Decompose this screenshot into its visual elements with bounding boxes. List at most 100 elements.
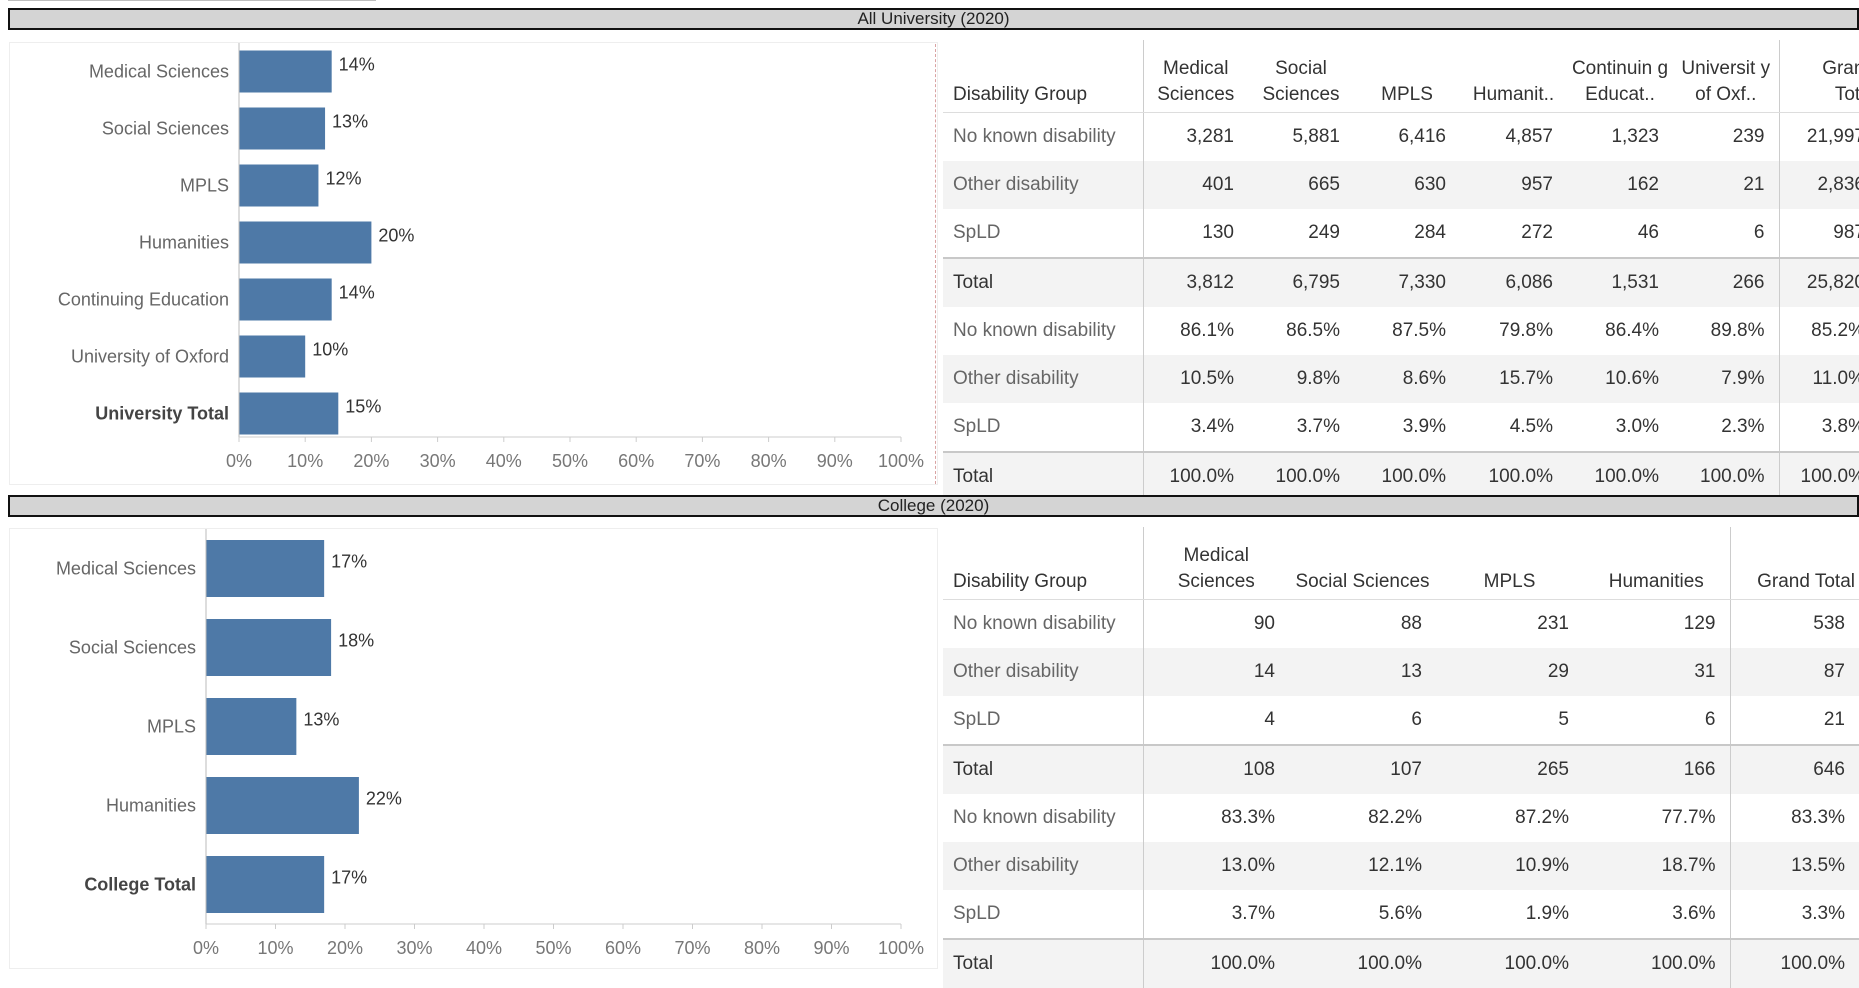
table-cell: 6,416 [1398,125,1446,147]
table-cell: 284 [1414,221,1446,243]
column-header-continuin-g-educat[interactable]: Continuin g Educat.. [1567,40,1673,113]
table-cell: 3.3% [1729,889,1859,939]
table-row: Total 100.0% 100.0% 100.0% 100.0% 100.0% [943,937,1859,988]
row-label: Other disability [943,160,1144,209]
table-cell: 6,795 [1248,256,1354,307]
table-cell: 646 [1729,743,1859,794]
table-cell: 90 [1253,612,1275,634]
table-cell: 1,323 [1611,125,1659,147]
category-label-social-sciences: Social Sciences [69,638,196,658]
bar-medical-sciences[interactable] [206,540,325,597]
column-header-medical-sciences[interactable]: Medical Sciences [1143,527,1289,600]
table-cell: 46 [1637,221,1659,243]
x-tick-label: 20% [353,451,389,471]
bar-value-label-social-sciences: 13% [332,112,368,132]
row-header-disability-group: Disability Group [943,40,1144,113]
table-cell: 12.1% [1289,841,1436,890]
table-cell: 83.3% [1729,793,1859,842]
table-cell: 86.5% [1286,319,1340,341]
x-tick-label: 100% [878,938,924,958]
bar-university-total[interactable] [239,392,339,435]
table-cell: 249 [1308,221,1340,243]
table-cell: 88 [1400,612,1422,634]
bar-university-of-oxford[interactable] [239,335,306,378]
x-tick-label: 70% [674,938,710,958]
table-cell: 100.0% [1248,450,1354,501]
table-cell: 87.5% [1392,319,1446,341]
table-cell: 13 [1289,647,1436,696]
bar-humanities[interactable] [206,777,359,834]
row-label: Total [943,256,1144,307]
table-cell: 6 [1753,221,1765,243]
college-chart-panel: Medical Sciences 17% Social Sciences 18% MPL… [9,528,938,969]
bar-college-total[interactable] [206,856,325,913]
bar-mpls[interactable] [239,164,319,207]
bar-value-label-university-total: 15% [345,397,381,417]
university-crosstab-table: Disability Group Medical Sciences Social S… [943,40,1859,501]
table-cell: 100.0% [1143,450,1248,501]
column-header-mpls[interactable]: MPLS [1354,40,1460,113]
bar-medical-sciences[interactable] [239,50,332,93]
table-cell: 239 [1732,125,1765,147]
panel-divider [935,44,936,484]
category-label-humanities: Humanities [106,796,196,816]
bar-social-sciences[interactable] [206,619,332,676]
column-header-social-sciences[interactable]: Social Sciences [1248,40,1354,113]
bar-value-label-social-sciences: 18% [338,631,374,651]
table-cell: 401 [1143,160,1248,209]
column-header-medical-sciences[interactable]: Medical Sciences [1143,40,1248,113]
row-label: Total [943,743,1144,794]
category-label-medical-sciences: Medical Sciences [56,559,196,579]
table-cell: 5,881 [1292,125,1340,147]
x-tick-label: 80% [744,938,780,958]
column-header-social-sciences[interactable]: Social Sciences [1289,527,1436,600]
table-cell: 272 [1521,221,1553,243]
table-cell: 3.9% [1402,415,1446,437]
column-header-grand-total[interactable]: Grand Total [1778,40,1859,113]
row-label: No known disability [943,112,1144,161]
column-header-universit-y-of-oxf[interactable]: Universit y of Oxf.. [1673,40,1779,113]
table-cell: 6 [1704,708,1716,730]
table-cell: 6 [1411,708,1422,730]
table-cell: 13.5% [1729,841,1859,890]
bar-social-sciences[interactable] [239,107,326,150]
table-cell: 21 [1673,160,1779,209]
column-header-mpls[interactable]: MPLS [1436,527,1583,600]
table-cell: 130 [1202,221,1234,243]
table-cell: 162 [1567,160,1673,209]
column-header-humanities[interactable]: Humanities [1583,527,1730,600]
column-header-humanit[interactable]: Humanit.. [1460,40,1567,113]
bar-mpls[interactable] [206,698,297,755]
table-cell: 100.0% [1436,937,1583,988]
table-cell: 10.9% [1436,841,1583,890]
row-label: No known disability [943,599,1144,648]
x-tick-label: 100% [878,451,924,471]
category-label-university-total: University Total [95,404,229,424]
row-label: Other disability [943,841,1144,890]
bar-continuing-education[interactable] [239,278,332,321]
row-label: SpLD [943,889,1144,939]
bar-value-label-medical-sciences: 17% [331,552,367,572]
table-row: No known disability 83.3% 82.2% 87.2% 77.7% 8… [943,793,1859,842]
x-tick-label: 30% [396,938,432,958]
x-tick-label: 60% [618,451,654,471]
table-row: SpLD 3.4% 3.7% 3.9% 4.5% 3.0% 2.3% 3.8% [943,402,1859,452]
top-rule [8,0,376,1]
table-cell: 4,857 [1505,125,1553,147]
table-row: Other disability401665630957162212,836 [943,160,1859,209]
x-tick-label: 10% [257,938,293,958]
table-cell: 85.2% [1778,306,1859,355]
table-cell: 3.6% [1672,902,1716,924]
table-cell: 82.2% [1368,806,1422,828]
table-cell: 100.0% [1354,450,1460,501]
table-cell: 100.0% [1143,937,1289,988]
table-cell: 79.8% [1499,319,1553,341]
row-label: SpLD [943,402,1144,452]
bar-humanities[interactable] [239,221,372,264]
table-cell: 21,997 [1778,112,1859,161]
column-header-grand-total[interactable]: Grand Total [1729,527,1859,600]
table-cell: 3,281 [1186,125,1234,147]
table-cell: 9.8% [1248,354,1354,403]
x-tick-label: 50% [535,938,571,958]
table-cell: 10.5% [1143,354,1248,403]
